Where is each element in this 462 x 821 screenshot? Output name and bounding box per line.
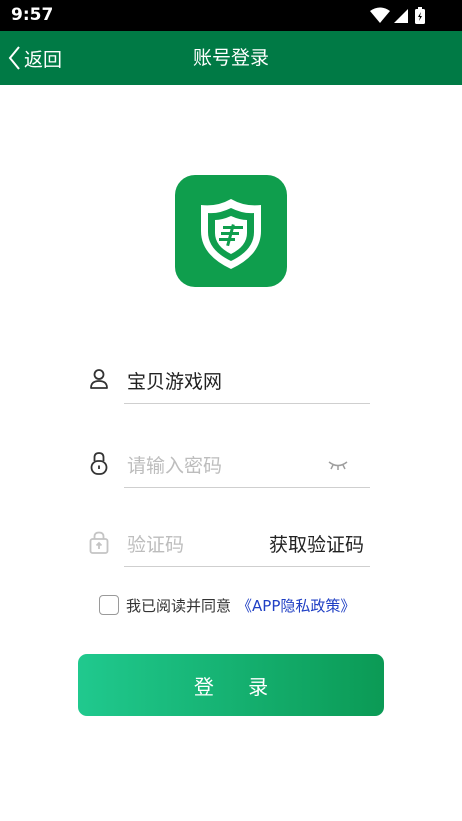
lock-outline-icon (89, 531, 109, 554)
user-icon (90, 369, 108, 389)
page-title: 账号登录 (192, 47, 269, 69)
signal-icon (394, 9, 408, 23)
password-underline (124, 487, 370, 488)
code-placeholder: 验证码 (127, 534, 185, 556)
status-bar: 9:57 (0, 0, 462, 31)
agreement-text: 我已阅读并同意 (126, 596, 232, 615)
agreement-row: 我已阅读并同意 《APP隐私政策》 (99, 594, 355, 616)
password-field[interactable]: 请输入密码 (84, 432, 370, 488)
password-placeholder: 请输入密码 (127, 455, 223, 477)
privacy-policy-link[interactable]: 《APP隐私政策》 (237, 595, 355, 616)
username-underline (124, 403, 370, 404)
username-value: 宝贝游戏网 (127, 371, 223, 393)
wifi-icon (370, 7, 390, 23)
get-code-button[interactable]: 获取验证码 (269, 530, 364, 557)
nav-bar: 返回 账号登录 (0, 31, 462, 85)
app-logo (175, 175, 287, 287)
username-field[interactable]: 宝贝游戏网 (84, 348, 370, 404)
status-icons (370, 7, 425, 24)
code-underline (124, 566, 370, 567)
back-button[interactable]: 返回 (8, 31, 62, 85)
login-button[interactable]: 登 录 (78, 654, 384, 716)
eye-closed-icon[interactable] (328, 459, 348, 471)
agreement-checkbox[interactable] (99, 595, 119, 615)
login-button-label: 登 录 (193, 674, 283, 699)
verification-code-field[interactable]: 验证码 获取验证码 (84, 511, 370, 567)
status-time: 9:57 (11, 5, 54, 25)
battery-icon (415, 7, 425, 24)
lock-icon (90, 452, 108, 475)
shield-icon (201, 199, 261, 269)
back-label: 返回 (24, 48, 63, 71)
chevron-left-icon (8, 46, 20, 70)
